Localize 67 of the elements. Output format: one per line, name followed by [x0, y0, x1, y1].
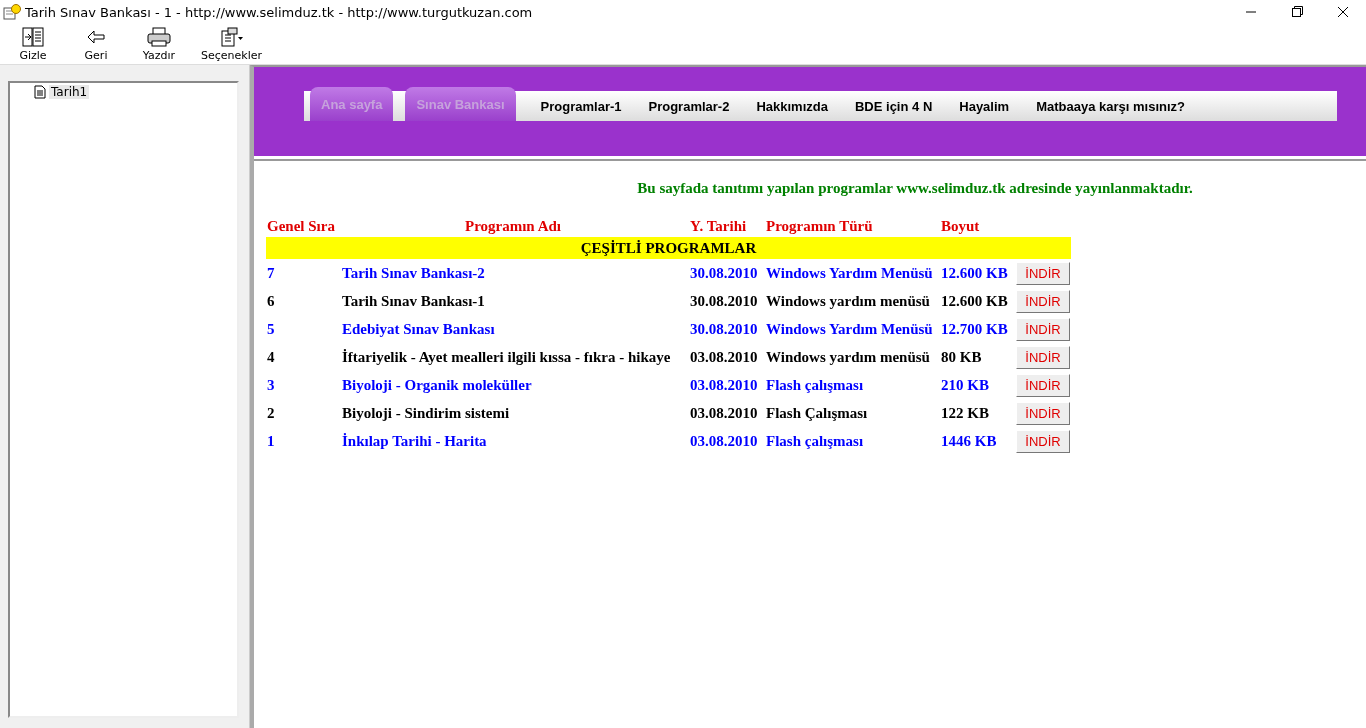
download-button[interactable]: İNDİR: [1016, 373, 1070, 397]
table-cell-text: 12.700 KB: [940, 319, 1009, 339]
nav-link[interactable]: Programlar-2: [648, 91, 730, 121]
toolbar-button[interactable]: Geri: [71, 24, 121, 64]
table-cell-text: Edebiyat Sınav Bankası: [341, 319, 496, 339]
table-cell-text: 03.08.2010: [689, 431, 759, 451]
nav-link[interactable]: Hakkımızda: [756, 91, 828, 121]
download-button[interactable]: İNDİR: [1016, 289, 1070, 313]
table-cell-text: Biyoloji - Sindirim sistemi: [341, 403, 511, 423]
nav-link[interactable]: Programlar-1: [540, 91, 622, 121]
table-cell-text: 1: [266, 431, 276, 451]
back-arrow-icon: [87, 30, 105, 44]
table-cell-text: 03.08.2010: [689, 347, 759, 367]
table-cell-text: 30.08.2010: [689, 291, 759, 311]
table-cell-text: 4: [266, 347, 276, 367]
download-button[interactable]: İNDİR: [1016, 429, 1070, 453]
notice-text: Bu sayfada tanıtımı yapılan programlar www.selimduz.tk adresinde yayınlanmaktadır.: [636, 180, 1194, 197]
table-cell-text: Tarih Sınav Bankası-1: [341, 291, 486, 311]
table-cell-text: İftariyelik - Ayet mealleri ilgili kıssa - fıkra - hikaye: [341, 347, 672, 367]
nav-link[interactable]: Matbaaya karşı mısınız?: [1036, 91, 1185, 121]
table-cell-text: 80 KB: [940, 347, 983, 367]
table-cell-text: Windows yardım menüsü: [765, 347, 931, 367]
table-cell-text: Windows yardım menüsü: [765, 291, 931, 311]
table-cell-text: 1446 KB: [940, 431, 998, 451]
help-file-icon: [3, 4, 21, 20]
table-cell-text: 122 KB: [940, 403, 990, 423]
download-button[interactable]: İNDİR: [1016, 261, 1070, 285]
table-cell-text: Biyoloji - Organik moleküller: [341, 375, 533, 395]
table-cell-text: 30.08.2010: [689, 319, 759, 339]
nav-link[interactable]: Hayalim: [959, 91, 1010, 121]
toolbar-button[interactable]: Seçenekler: [197, 24, 267, 64]
table-cell-text: Flash çalışması: [765, 431, 865, 451]
table-cell-text: Flash çalışması: [765, 375, 865, 395]
table-cell: 30.08.2010: [689, 259, 765, 287]
column-header: Programın Adı: [341, 215, 689, 237]
page-icon: [34, 85, 46, 99]
download-button[interactable]: İNDİR: [1016, 345, 1070, 369]
table-cell-text: 03.08.2010: [689, 375, 759, 395]
table-cell-text: Flash Çalışması: [765, 403, 869, 423]
table-cell: Windows Yardım Menüsü: [765, 259, 940, 287]
download-button[interactable]: İNDİR: [1016, 401, 1070, 425]
table-cell-text: 12.600 KB: [940, 291, 1009, 311]
table-cell-text: 2: [266, 403, 276, 423]
column-header: Y. Tarihi: [689, 215, 765, 237]
column-header: Boyut: [940, 215, 1015, 237]
column-header: Programın Türü: [765, 215, 940, 237]
column-header: Genel Sıra: [266, 215, 341, 237]
table-cell-text: 03.08.2010: [689, 403, 759, 423]
hide-pane-icon: [22, 27, 44, 47]
nav-link[interactable]: BDE için 4 N: [854, 91, 933, 121]
table-cell-text: 6: [266, 291, 276, 311]
table-cell-text: 3: [266, 375, 276, 395]
options-icon: [219, 27, 244, 47]
table-cell-text: 5: [266, 319, 276, 339]
table-cell-text: İnkılap Tarihi - Harita: [341, 431, 488, 451]
table-cell: 12.600 KB: [940, 259, 1015, 287]
printer-icon: [147, 27, 171, 47]
tree-item[interactable]: Tarih1: [49, 85, 90, 99]
window-title: Tarih Sınav Bankası - 1 - http://www.selimduz.tk - http://www.turgutkuzan.com: [25, 4, 534, 20]
table-cell: Tarih Sınav Bankası-2: [341, 259, 689, 287]
toolbar-button[interactable]: Yazdır: [134, 24, 184, 64]
table-cell-text: 210 KB: [940, 375, 990, 395]
section-heading: ÇEŞİTLİ PROGRAMLAR: [266, 237, 1071, 259]
table-cell-text: Windows Yardım Menüsü: [765, 319, 934, 339]
toolbar-button[interactable]: Gizle: [8, 24, 58, 64]
download-button[interactable]: İNDİR: [1016, 317, 1070, 341]
table-cell: 7: [266, 259, 341, 287]
